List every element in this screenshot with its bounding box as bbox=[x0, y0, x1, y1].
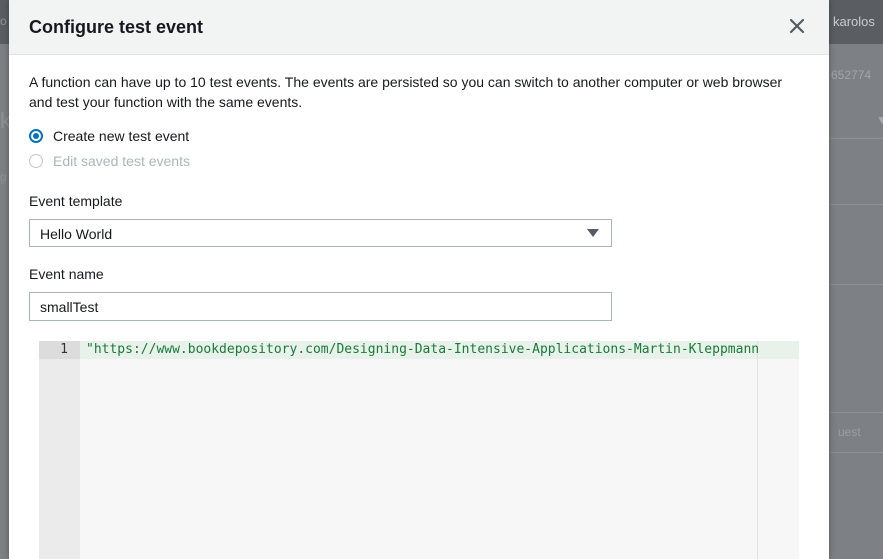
intro-text: A function can have up to 10 test events… bbox=[29, 74, 783, 110]
modal-body: A function can have up to 10 test events… bbox=[9, 55, 829, 321]
close-button[interactable] bbox=[785, 14, 809, 38]
background-divider bbox=[830, 452, 883, 453]
background-left-fragment: g bbox=[0, 170, 7, 184]
editor-print-margin bbox=[757, 341, 758, 559]
event-template-select[interactable]: Hello World bbox=[29, 219, 612, 247]
background-chevron-icon: ▼ bbox=[876, 113, 883, 127]
event-name-label: Event name bbox=[29, 266, 104, 282]
event-template-label: Event template bbox=[29, 193, 123, 209]
modal-header: Configure test event bbox=[9, 0, 829, 55]
background-divider bbox=[830, 138, 883, 139]
background-account-fragment: 652774 bbox=[831, 68, 872, 82]
configure-test-event-modal: Configure test event A function can have… bbox=[9, 0, 829, 559]
radio-unselected-icon[interactable] bbox=[29, 154, 43, 168]
background-left-fragment: o bbox=[0, 14, 7, 28]
event-template-value: Hello World bbox=[40, 226, 113, 242]
edit-saved-test-events-label: Edit saved test events bbox=[53, 153, 190, 169]
line-number: 1 bbox=[60, 342, 68, 357]
background-divider bbox=[830, 412, 883, 413]
edit-saved-test-events-option[interactable]: Edit saved test events bbox=[29, 151, 809, 171]
background-request-fragment: uest bbox=[838, 425, 861, 439]
radio-selected-icon[interactable] bbox=[29, 129, 43, 143]
background-user-name: karolos bbox=[833, 14, 875, 29]
event-json-editor[interactable]: 1 "https://www.bookdepository.com/Design… bbox=[39, 341, 799, 559]
editor-gutter: 1 bbox=[39, 341, 80, 559]
caret-down-icon bbox=[587, 229, 599, 237]
close-icon bbox=[789, 18, 805, 34]
background-divider bbox=[830, 284, 883, 285]
create-new-test-event-option[interactable]: Create new test event bbox=[29, 126, 809, 146]
code-line[interactable]: "https://www.bookdepository.com/Designin… bbox=[86, 342, 759, 357]
background-divider bbox=[830, 204, 883, 205]
event-name-input[interactable] bbox=[29, 292, 612, 321]
modal-title: Configure test event bbox=[29, 17, 204, 37]
create-new-test-event-label: Create new test event bbox=[53, 128, 190, 144]
